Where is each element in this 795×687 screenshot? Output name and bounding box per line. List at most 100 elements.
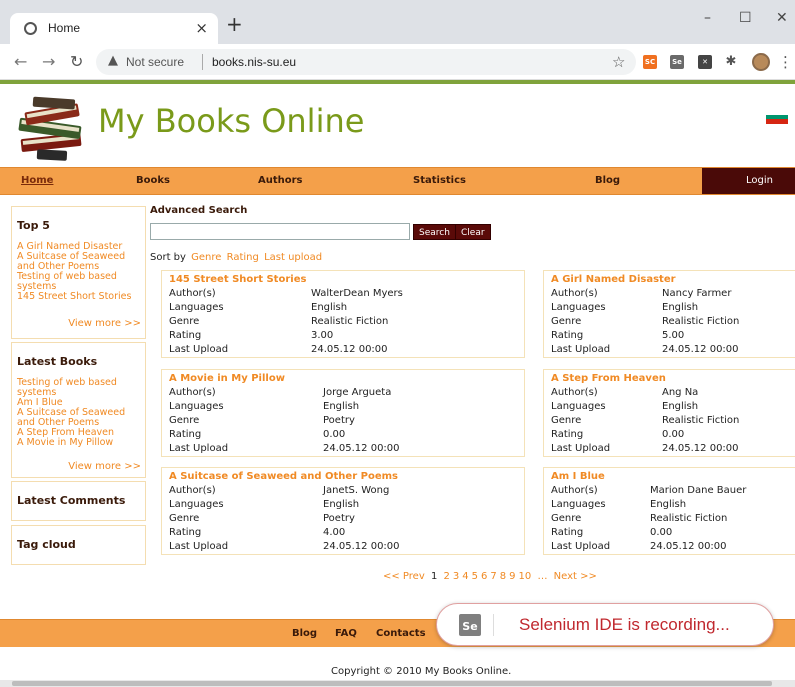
field-label: Author(s) xyxy=(551,288,598,299)
book-rating: 3.00 xyxy=(311,330,334,341)
field-label: Last Upload xyxy=(551,443,611,454)
page-link[interactable]: 3 xyxy=(453,571,459,582)
maximize-button[interactable]: ☐ xyxy=(739,10,752,26)
bookmark-star-icon[interactable]: ☆ xyxy=(612,53,625,71)
footer-blog-link[interactable]: Blog xyxy=(292,628,317,639)
book-author-link[interactable]: Ang Na xyxy=(662,387,698,398)
footer-faq-link[interactable]: FAQ xyxy=(335,628,357,639)
reload-icon[interactable]: ↻ xyxy=(70,52,83,71)
sort-rating-link[interactable]: Rating xyxy=(227,252,259,263)
book-upload-date: 24.05.12 00:00 xyxy=(323,541,400,552)
book-card: A Movie in My Pillow Author(s) Languages… xyxy=(161,369,525,457)
book-card: A Step From Heaven Author(s) Languages G… xyxy=(543,369,795,457)
login-label: Login xyxy=(746,175,773,186)
tab-close-icon[interactable]: × xyxy=(195,19,208,37)
horizontal-scrollbar[interactable] xyxy=(0,680,795,687)
profile-avatar[interactable] xyxy=(752,53,770,71)
field-label: Author(s) xyxy=(169,288,216,299)
book-author-link[interactable]: Jorge Argueta xyxy=(323,387,391,398)
book-language: English xyxy=(650,499,687,510)
puzzle-extensions-icon[interactable]: ✱ xyxy=(724,55,738,69)
nav-statistics[interactable]: Statistics xyxy=(413,175,466,186)
field-label: Author(s) xyxy=(169,485,216,496)
bulgarian-flag-icon[interactable] xyxy=(766,110,788,125)
footer-contacts-link[interactable]: Contacts xyxy=(376,628,426,639)
book-title-link[interactable]: A Movie in My Pillow xyxy=(169,373,285,384)
sort-last-upload-link[interactable]: Last upload xyxy=(264,252,322,263)
books-logo-icon[interactable] xyxy=(15,94,87,164)
book-author-link[interactable]: Nancy Farmer xyxy=(662,288,731,299)
book-rating: 0.00 xyxy=(323,429,346,440)
book-upload-date: 24.05.12 00:00 xyxy=(662,344,739,355)
url-text[interactable]: books.nis-su.eu xyxy=(212,55,296,69)
list-item[interactable]: Testing of web based systems xyxy=(17,378,145,398)
page-link[interactable]: 7 xyxy=(490,571,496,582)
top5-view-more-link[interactable]: View more >> xyxy=(68,318,141,329)
page-link[interactable]: 10 xyxy=(519,571,532,582)
latest-comments-title: Latest Comments xyxy=(17,494,126,507)
list-item[interactable]: A Suitcase of Seaweed and Other Poems xyxy=(17,252,145,272)
book-language: English xyxy=(323,401,360,412)
minimize-button[interactable]: – xyxy=(704,10,711,26)
forward-arrow-icon[interactable]: → xyxy=(42,52,55,71)
clear-button[interactable]: Clear xyxy=(455,224,491,240)
selenium-extension-icon[interactable]: Se xyxy=(670,55,684,69)
book-genre: Realistic Fiction xyxy=(662,415,740,426)
field-label: Last Upload xyxy=(169,541,229,552)
new-tab-button[interactable]: + xyxy=(226,13,243,35)
scrollbar-thumb[interactable] xyxy=(12,681,772,686)
field-label: Genre xyxy=(551,513,582,524)
book-title-link[interactable]: A Girl Named Disaster xyxy=(551,274,676,285)
list-item[interactable]: A Suitcase of Seaweed and Other Poems xyxy=(17,408,145,428)
page-link[interactable]: 9 xyxy=(509,571,515,582)
field-label: Genre xyxy=(169,316,200,327)
browser-tab-home[interactable]: Home × xyxy=(10,13,218,44)
nav-blog[interactable]: Blog xyxy=(595,175,620,186)
book-card: Am I Blue Author(s) Languages Genre Rati… xyxy=(543,467,795,555)
book-title-link[interactable]: 145 Street Short Stories xyxy=(169,274,306,285)
list-item[interactable]: A Movie in My Pillow xyxy=(17,438,145,448)
book-author-link[interactable]: WalterDean Myers xyxy=(311,288,403,299)
page-link[interactable]: 2 xyxy=(444,571,450,582)
prev-page-link[interactable]: << Prev xyxy=(383,571,425,582)
search-input[interactable] xyxy=(150,223,410,240)
sort-genre-link[interactable]: Genre xyxy=(191,252,221,263)
field-label: Genre xyxy=(169,513,200,524)
close-window-button[interactable]: ✕ xyxy=(776,10,788,26)
book-author-link[interactable]: Marion Dane Bauer xyxy=(650,485,746,496)
book-card: 145 Street Short Stories Author(s) Langu… xyxy=(161,270,525,358)
browser-menu-icon[interactable]: ⋮ xyxy=(778,53,793,71)
field-label: Rating xyxy=(551,429,584,440)
book-title-link[interactable]: A Suitcase of Seaweed and Other Poems xyxy=(169,471,398,482)
site-brand-title[interactable]: My Books Online xyxy=(98,102,364,140)
book-upload-date: 24.05.12 00:00 xyxy=(311,344,388,355)
book-title-link[interactable]: A Step From Heaven xyxy=(551,373,666,384)
nav-books[interactable]: Books xyxy=(136,175,170,186)
sc-extension-icon[interactable]: SC xyxy=(643,55,657,69)
list-item[interactable]: 145 Street Short Stories xyxy=(17,292,145,302)
book-author-link[interactable]: JanetS. Wong xyxy=(323,485,389,496)
nav-authors[interactable]: Authors xyxy=(258,175,303,186)
field-label: Last Upload xyxy=(169,344,229,355)
selenium-recording-banner[interactable]: Se Selenium IDE is recording... xyxy=(436,603,774,646)
login-button[interactable]: Login xyxy=(702,168,795,194)
field-label: Rating xyxy=(169,429,202,440)
book-title-link[interactable]: Am I Blue xyxy=(551,471,605,482)
search-button[interactable]: Search xyxy=(413,224,456,240)
field-label: Genre xyxy=(551,415,582,426)
page-link[interactable]: 4 xyxy=(462,571,468,582)
page-link[interactable]: 8 xyxy=(500,571,506,582)
book-genre: Realistic Fiction xyxy=(311,316,389,327)
list-item[interactable]: Testing of web based systems xyxy=(17,272,145,292)
latest-books-view-more-link[interactable]: View more >> xyxy=(68,461,141,472)
warning-triangle-icon[interactable]: ▲ xyxy=(108,53,118,68)
back-arrow-icon[interactable]: ← xyxy=(14,52,27,71)
not-secure-label[interactable]: Not secure xyxy=(126,55,184,69)
next-page-link[interactable]: Next >> xyxy=(554,571,597,582)
address-bar[interactable]: ▲ Not secure books.nis-su.eu xyxy=(96,49,636,75)
x-extension-icon[interactable]: ✕ xyxy=(698,55,712,69)
top-accent-line xyxy=(0,80,795,84)
page-link[interactable]: 6 xyxy=(481,571,487,582)
page-link[interactable]: 5 xyxy=(472,571,478,582)
nav-home[interactable]: Home xyxy=(21,175,53,186)
